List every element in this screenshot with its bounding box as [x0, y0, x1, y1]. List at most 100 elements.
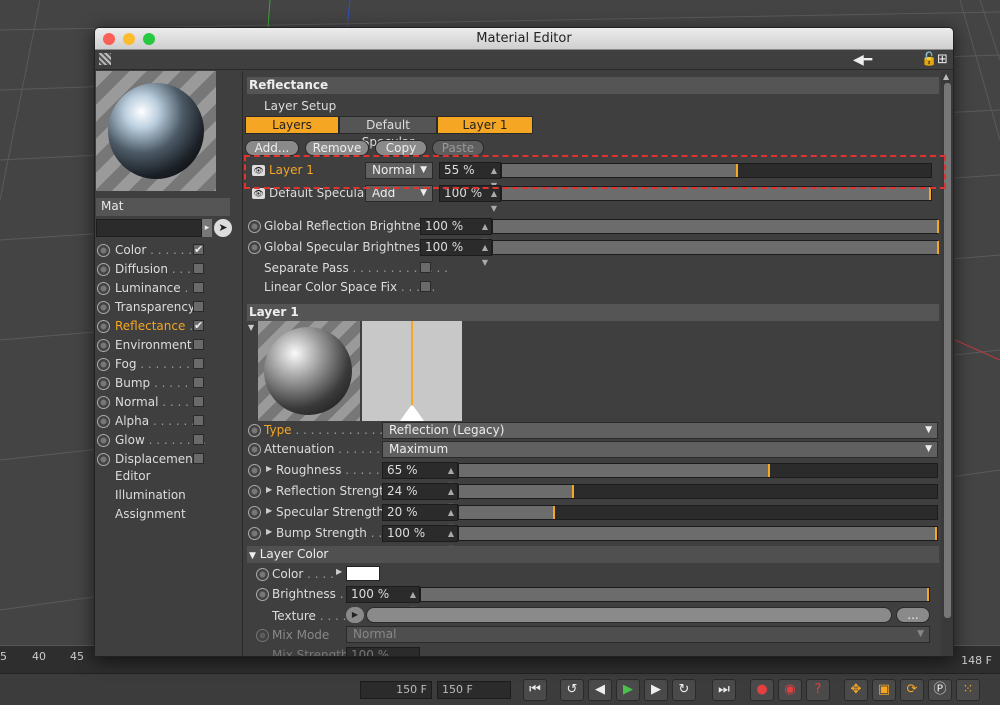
animate-radio[interactable] [248, 506, 261, 519]
channel-diffusion[interactable]: Diffusion . . . . [97, 260, 241, 279]
close-icon[interactable] [103, 33, 115, 45]
editor-item[interactable]: Editor [115, 469, 151, 483]
animate-radio[interactable] [97, 415, 110, 428]
animate-radio[interactable] [97, 282, 110, 295]
keyframe-selection-icon[interactable]: ? [806, 679, 830, 701]
mix-strength-field[interactable]: 100 % [346, 647, 420, 656]
slider-handle[interactable] [927, 588, 929, 601]
reflection-strength-slider[interactable] [458, 484, 938, 499]
visibility-eye-icon[interactable]: 👁 [252, 188, 265, 199]
channel-bump[interactable]: Bump . . . . . . . [97, 374, 241, 393]
channel-glow[interactable]: Glow . . . . . . . . [97, 431, 241, 450]
animate-radio[interactable] [248, 424, 261, 437]
animate-radio[interactable] [97, 358, 110, 371]
animate-radio[interactable] [256, 568, 269, 581]
slider-handle[interactable] [552, 506, 555, 519]
layer-color-section-header[interactable]: ▼ Layer Color [247, 546, 939, 563]
channel-color[interactable]: Color . . . . . . . ✔ [97, 241, 241, 260]
separate-pass-checkbox[interactable] [420, 262, 431, 273]
slider-handle[interactable] [571, 485, 574, 498]
animate-radio[interactable] [97, 320, 110, 333]
channel-environment[interactable]: Environment [97, 336, 241, 355]
slider-handle[interactable] [767, 464, 770, 477]
previous-frame-icon[interactable]: ◀ [588, 679, 612, 701]
move-tool-icon[interactable]: ✥ [844, 679, 868, 701]
color-swatch[interactable] [346, 566, 380, 581]
animate-radio[interactable] [248, 443, 261, 456]
add-layer-button[interactable]: Add... [245, 140, 299, 156]
linear-color-space-checkbox[interactable] [420, 281, 431, 292]
record-icon[interactable]: ● [750, 679, 774, 701]
previous-key-icon[interactable]: ↺ [560, 679, 584, 701]
global-specular-brightness-field[interactable]: 100 % ▲ ▼ [420, 239, 492, 267]
go-to-start-icon[interactable]: ⏮ [523, 679, 547, 701]
rotate-tool-icon[interactable]: ⟳ [900, 679, 924, 701]
animate-radio[interactable] [248, 527, 261, 540]
illumination-item[interactable]: Illumination [115, 488, 186, 502]
zoom-icon[interactable] [143, 33, 155, 45]
material-search-field[interactable] [96, 219, 202, 237]
visibility-eye-icon[interactable]: 👁 [252, 165, 265, 176]
channel-checkbox[interactable] [193, 301, 204, 312]
grid-points-icon[interactable]: ⁙ [956, 679, 980, 701]
channel-checkbox[interactable] [193, 339, 204, 350]
next-key-icon[interactable]: ↻ [672, 679, 696, 701]
title-bar[interactable]: Material Editor [95, 28, 953, 50]
bump-strength-field[interactable]: 100 %▲▼ [382, 525, 458, 553]
copy-layer-button[interactable]: Copy [375, 140, 427, 156]
animate-radio[interactable] [97, 434, 110, 447]
animate-radio[interactable] [256, 588, 269, 601]
channel-checkbox[interactable] [193, 396, 204, 407]
minimize-icon[interactable] [123, 33, 135, 45]
min-frame-field[interactable]: 150 F [360, 681, 432, 699]
reflection-strength-field[interactable]: 24 %▲▼ [382, 483, 458, 511]
expand-triangle-icon[interactable]: ▶ [266, 506, 272, 515]
layer-mode-dropdown[interactable]: Add ▼ [365, 185, 433, 202]
animate-radio[interactable] [97, 377, 110, 390]
animate-radio[interactable] [256, 629, 269, 642]
specular-strength-slider[interactable] [458, 505, 938, 520]
channel-checkbox[interactable]: ✔ [193, 320, 204, 331]
texture-field[interactable] [366, 607, 892, 623]
assignment-item[interactable]: Assignment [115, 507, 186, 521]
roughness-field[interactable]: 65 %▲▼ [382, 462, 458, 490]
channel-checkbox[interactable] [193, 377, 204, 388]
slider-handle[interactable] [935, 527, 937, 540]
texture-menu-icon[interactable]: ▶ [346, 607, 364, 623]
scroll-up-icon[interactable]: ▲ [943, 72, 949, 81]
texture-more-button[interactable]: ... [896, 607, 930, 623]
mix-mode-dropdown[interactable]: Normal ▼ [346, 626, 930, 643]
animate-radio[interactable] [97, 396, 110, 409]
channel-checkbox[interactable] [193, 358, 204, 369]
next-frame-icon[interactable]: ▶ [644, 679, 668, 701]
layer-opacity-slider[interactable] [501, 163, 932, 178]
expand-triangle-icon[interactable]: ▶ [336, 567, 342, 576]
pick-cursor-icon[interactable]: ➤ [214, 219, 232, 237]
bump-strength-slider[interactable] [458, 526, 938, 541]
brightness-slider[interactable] [420, 587, 930, 602]
global-reflection-brightness-field[interactable]: 100 %▲▼ [420, 218, 492, 246]
new-panel-icon[interactable]: ⊞ [937, 52, 948, 67]
go-to-end-icon[interactable]: ⏭ [712, 679, 736, 701]
slider-handle[interactable] [937, 241, 939, 254]
material-preview[interactable] [96, 71, 216, 191]
paste-layer-button[interactable]: Paste [432, 140, 484, 156]
layer-name[interactable]: Layer 1 [269, 163, 314, 177]
play-icon[interactable]: ▶ [616, 679, 640, 701]
animate-radio[interactable] [97, 301, 110, 314]
type-dropdown[interactable]: Reflection (Legacy) ▼ [382, 422, 938, 439]
slider-handle[interactable] [937, 220, 939, 233]
animate-radio[interactable] [248, 464, 261, 477]
animate-radio[interactable] [97, 244, 110, 257]
attenuation-dropdown[interactable]: Maximum ▼ [382, 441, 938, 458]
material-name-field[interactable]: Mat [96, 198, 230, 216]
slider-handle[interactable] [735, 164, 738, 177]
lock-icon[interactable]: 🔓 [921, 52, 937, 67]
specular-strength-field[interactable]: 20 %▲▼ [382, 504, 458, 532]
channel-displacement[interactable]: Displacement [97, 450, 241, 469]
global-reflection-brightness-slider[interactable] [492, 219, 939, 234]
parameter-icon[interactable]: Ⓟ [928, 679, 952, 701]
animate-radio[interactable] [97, 453, 110, 466]
grip-icon[interactable] [99, 53, 111, 65]
animate-radio[interactable] [248, 220, 261, 233]
